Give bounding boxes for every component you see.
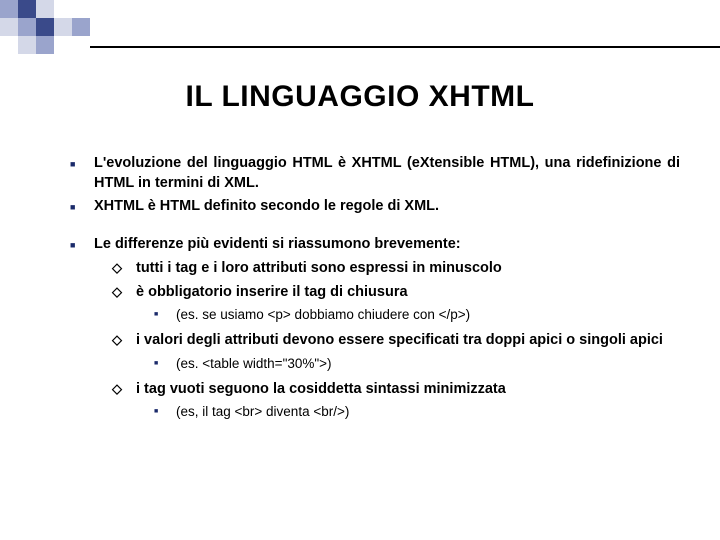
bullet-l1: ■ Le differenze più evidenti si riassumo… xyxy=(70,235,680,255)
hollow-square-icon: ◇ xyxy=(112,380,136,400)
bullet-text: è obbligatorio inserire il tag di chiusu… xyxy=(136,283,680,303)
small-square-icon: ■ xyxy=(154,403,176,422)
square-bullet-icon: ■ xyxy=(70,154,94,193)
bullet-l3: ■ (es. <table width="30%">) xyxy=(154,355,680,374)
bullet-text: (es. se usiamo <p> dobbiamo chiudere con… xyxy=(176,306,680,325)
bullet-text: i tag vuoti seguono la cosiddetta sintas… xyxy=(136,380,680,400)
bullet-text: XHTML è HTML definito secondo le regole … xyxy=(94,197,680,217)
small-square-icon: ■ xyxy=(154,355,176,374)
square-bullet-icon: ■ xyxy=(70,235,94,255)
bullet-text: tutti i tag e i loro attributi sono espr… xyxy=(136,259,680,279)
hollow-square-icon: ◇ xyxy=(112,283,136,303)
bullet-text: i valori degli attributi devono essere s… xyxy=(136,331,680,351)
bullet-text: (es, il tag <br> diventa <br/>) xyxy=(176,403,680,422)
bullet-l1: ■ XHTML è HTML definito secondo le regol… xyxy=(70,197,680,217)
bullet-text: (es. <table width="30%">) xyxy=(176,355,680,374)
bullet-text: L'evoluzione del linguaggio HTML è XHTML… xyxy=(94,154,680,193)
bullet-l2: ◇ i valori degli attributi devono essere… xyxy=(112,331,680,351)
hollow-square-icon: ◇ xyxy=(112,331,136,351)
bullet-text: Le differenze più evidenti si riassumono… xyxy=(94,235,680,255)
bullet-l3: ■ (es, il tag <br> diventa <br/>) xyxy=(154,403,680,422)
hollow-square-icon: ◇ xyxy=(112,259,136,279)
slide-content: IL LINGUAGGIO XHTML ■ L'evoluzione del l… xyxy=(0,60,720,426)
bullet-l2: ◇ è obbligatorio inserire il tag di chiu… xyxy=(112,283,680,303)
bullet-l2: ◇ i tag vuoti seguono la cosiddetta sint… xyxy=(112,380,680,400)
corner-decoration xyxy=(0,0,90,54)
bullet-l3: ■ (es. se usiamo <p> dobbiamo chiudere c… xyxy=(154,306,680,325)
small-square-icon: ■ xyxy=(154,306,176,325)
square-bullet-icon: ■ xyxy=(70,197,94,217)
bullet-l1: ■ L'evoluzione del linguaggio HTML è XHT… xyxy=(70,154,680,193)
slide-title: IL LINGUAGGIO XHTML xyxy=(40,80,680,114)
bullet-l2: ◇ tutti i tag e i loro attributi sono es… xyxy=(112,259,680,279)
horizontal-rule xyxy=(90,46,720,48)
